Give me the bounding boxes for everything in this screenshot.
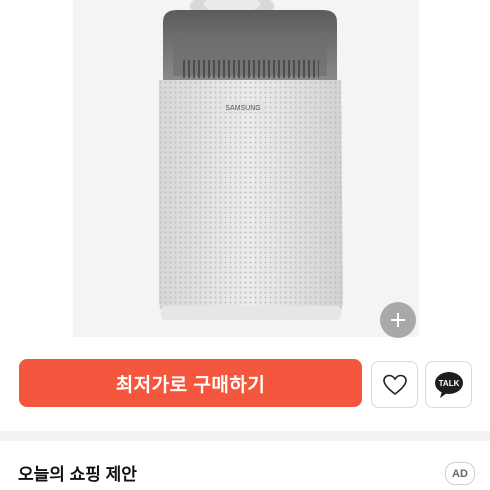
heart-icon	[382, 374, 407, 395]
buy-button-label: 최저가로 구매하기	[115, 374, 266, 396]
talk-label: TALK	[438, 379, 459, 388]
air-purifier-illustration: SAMSUNG	[159, 0, 343, 320]
ad-badge[interactable]: AD	[445, 462, 475, 485]
section-title: 오늘의 쇼핑 제안	[18, 465, 137, 484]
wishlist-button[interactable]	[371, 361, 418, 408]
talk-share-button[interactable]: TALK	[425, 361, 472, 408]
section-divider	[0, 431, 490, 441]
product-image[interactable]: SAMSUNG	[73, 0, 419, 337]
plus-icon	[391, 313, 405, 327]
brand-logo: SAMSUNG	[225, 105, 260, 112]
talk-bubble-icon: TALK	[434, 371, 463, 398]
zoom-button[interactable]	[380, 302, 416, 338]
buy-lowest-price-button[interactable]: 최저가로 구매하기	[19, 359, 362, 407]
